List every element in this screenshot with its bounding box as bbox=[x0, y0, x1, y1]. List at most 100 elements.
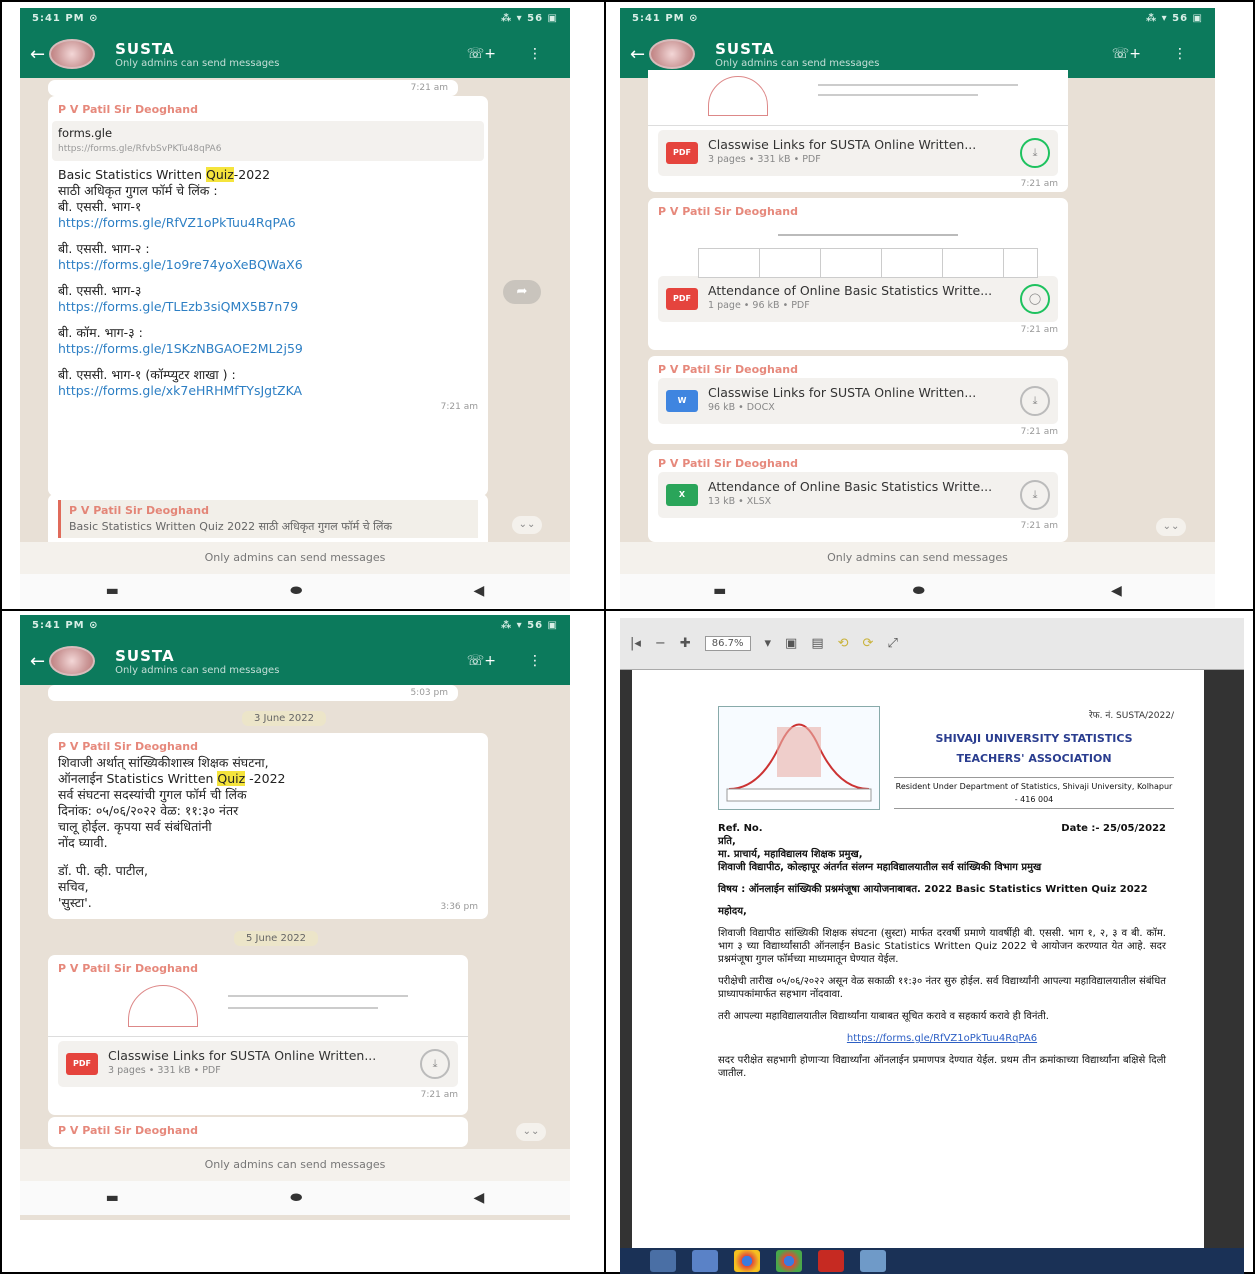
document-meta: 13 kB • XLSX bbox=[708, 496, 772, 507]
call-add-icon[interactable]: ☏+ bbox=[1112, 46, 1141, 62]
download-icon[interactable]: ⤓ bbox=[1020, 386, 1050, 416]
pdf-toolbar: |◂ − ✚ 86.7% ▾ ▣ ▤ ⟲ ⟳ ⤢ bbox=[620, 618, 1244, 670]
salutation-to: प्रति, bbox=[718, 836, 736, 847]
group-avatar[interactable] bbox=[649, 39, 696, 69]
recent-apps-icon[interactable]: ▬ bbox=[106, 583, 119, 599]
message-sender: P V Patil Sir Deoghand bbox=[58, 103, 198, 116]
rotate-right-icon[interactable]: ⟳ bbox=[863, 636, 874, 651]
back-arrow-icon[interactable]: ← bbox=[30, 44, 45, 65]
status-time: 5:41 PM ⊙ bbox=[32, 620, 99, 631]
quote-text: Basic Statistics Written Quiz 2022 साठी … bbox=[69, 520, 392, 533]
download-icon[interactable]: ◯ bbox=[1020, 284, 1050, 314]
message-line: शिवाजी अर्थात् सांख्यिकीशास्त्र शिक्षक स… bbox=[58, 755, 269, 770]
forward-icon[interactable]: ➦ bbox=[503, 280, 541, 304]
phone-screenshot-2: 5:41 PM ⊙ ⁂ ▾ 56 ▣ ← SUSTA Only admins can… bbox=[620, 8, 1215, 608]
scroll-down-icon[interactable]: ⌄⌄ bbox=[512, 516, 542, 534]
scroll-down-icon[interactable]: ⌄⌄ bbox=[1156, 518, 1186, 536]
form-link[interactable]: https://forms.gle/1SKzNBGAOE2ML2j59 bbox=[58, 341, 478, 357]
message-time: 7:21 am bbox=[1020, 325, 1058, 335]
explorer-icon[interactable] bbox=[860, 1250, 886, 1272]
link-preview-url: https://forms.gle/RfvbSvPKTu48qPA6 bbox=[58, 144, 222, 154]
rotate-left-icon[interactable]: ⟲ bbox=[838, 636, 849, 651]
fit-page-icon[interactable]: ▣ bbox=[785, 636, 797, 651]
pdf-page: रेफ. नं. SUSTA/2022/ SHIVAJI UNIVERSITY … bbox=[632, 670, 1204, 1248]
document-thumbnail bbox=[658, 220, 1058, 278]
group-title[interactable]: SUSTA bbox=[715, 40, 1112, 58]
group-title[interactable]: SUSTA bbox=[115, 40, 467, 58]
document-card[interactable]: PDF Attendance of Online Basic Statistic… bbox=[658, 276, 1058, 322]
recent-apps-icon[interactable]: ▬ bbox=[713, 583, 726, 599]
more-options-icon[interactable]: ⋮ bbox=[528, 653, 542, 669]
recent-apps-icon[interactable]: ▬ bbox=[106, 1190, 119, 1206]
signature-line: डॉ. पी. व्ही. पाटील, bbox=[58, 863, 148, 878]
message-bubble[interactable]: P V Patil Sir Deoghand शिवाजी अर्थात् सा… bbox=[48, 733, 488, 919]
document-message[interactable]: P V Patil Sir Deoghand X Attendance of O… bbox=[648, 450, 1068, 542]
download-icon[interactable]: ⤓ bbox=[1020, 138, 1050, 168]
document-card[interactable]: W Classwise Links for SUSTA Online Writt… bbox=[658, 378, 1058, 424]
prev-page-icon[interactable]: |◂ bbox=[630, 636, 641, 651]
scroll-down-icon[interactable]: ⌄⌄ bbox=[516, 1123, 546, 1141]
word-app-icon[interactable] bbox=[692, 1250, 718, 1272]
zoom-dropdown-icon[interactable]: ▾ bbox=[765, 636, 772, 651]
zoom-level-select[interactable]: 86.7% bbox=[704, 636, 751, 651]
call-add-icon[interactable]: ☏+ bbox=[467, 653, 496, 669]
form-link[interactable]: https://forms.gle/RfVZ1oPkTuu4RqPA6 bbox=[58, 215, 478, 231]
document-message[interactable]: P V Patil Sir Deoghand PDF Classwise Lin… bbox=[48, 955, 468, 1115]
android-nav-bar: ▬ ⬬ ◀ bbox=[620, 574, 1215, 608]
zoom-in-icon[interactable]: ✚ bbox=[680, 636, 691, 651]
more-options-icon[interactable]: ⋮ bbox=[528, 46, 542, 62]
document-message[interactable]: P V Patil Sir Deoghand PDF Attendance of… bbox=[648, 198, 1068, 350]
message-time: 7:21 am bbox=[440, 402, 478, 412]
organization-address: Resident Under Department of Statistics,… bbox=[894, 777, 1174, 809]
form-link[interactable]: https://forms.gle/TLEzb3siQMX5B7n79 bbox=[58, 299, 478, 315]
link-preview[interactable]: forms.gle https://forms.gle/RfvbSvPKTu48… bbox=[52, 121, 484, 161]
status-bar: 5:41 PM ⊙ ⁂ ▾ 56 ▣ bbox=[20, 8, 570, 30]
link-preview-title: forms.gle bbox=[58, 126, 113, 140]
message-time: 5:03 pm bbox=[410, 688, 448, 698]
form-link[interactable]: https://forms.gle/xk7eHRHMfTYsJgtZKA bbox=[58, 383, 478, 399]
message-bubble[interactable]: P V Patil Sir Deoghand bbox=[48, 1117, 468, 1147]
document-card[interactable]: PDF Classwise Links for SUSTA Online Wri… bbox=[58, 1041, 458, 1087]
form-link[interactable]: https://forms.gle/1o9re74yoXeBQWaX6 bbox=[58, 257, 478, 273]
chrome-icon[interactable] bbox=[734, 1250, 760, 1272]
download-icon[interactable]: ⤓ bbox=[420, 1049, 450, 1079]
message-time: 7:21 am bbox=[1020, 179, 1058, 189]
only-admins-banner: Only admins can send messages bbox=[20, 542, 570, 574]
class-label: बी. कॉम. भाग-३ : bbox=[58, 325, 143, 340]
back-arrow-icon[interactable]: ← bbox=[30, 651, 45, 672]
group-title[interactable]: SUSTA bbox=[115, 647, 467, 665]
status-time: 5:41 PM ⊙ bbox=[32, 13, 99, 24]
pdf-app-icon[interactable] bbox=[818, 1250, 844, 1272]
back-arrow-icon[interactable]: ← bbox=[630, 44, 645, 65]
nav-back-icon[interactable]: ◀ bbox=[474, 1190, 485, 1206]
start-icon[interactable] bbox=[650, 1250, 676, 1272]
chrome-icon[interactable] bbox=[776, 1250, 802, 1272]
zoom-out-icon[interactable]: − bbox=[655, 636, 666, 651]
home-icon[interactable]: ⬬ bbox=[290, 583, 302, 599]
document-message[interactable]: PDF Classwise Links for SUSTA Online Wri… bbox=[648, 70, 1068, 192]
organization-name-line2: TEACHERS' ASSOCIATION bbox=[956, 752, 1112, 765]
form-link[interactable]: https://forms.gle/RfVZ1oPkTuu4RqPA6 bbox=[718, 1032, 1166, 1045]
excel-file-icon: X bbox=[666, 484, 698, 506]
status-time: 5:41 PM ⊙ bbox=[632, 13, 699, 24]
home-icon[interactable]: ⬬ bbox=[290, 1190, 302, 1206]
call-add-icon[interactable]: ☏+ bbox=[467, 46, 496, 62]
group-avatar[interactable] bbox=[49, 39, 96, 69]
home-icon[interactable]: ⬬ bbox=[913, 583, 925, 599]
fit-width-icon[interactable]: ▤ bbox=[811, 636, 823, 651]
group-avatar[interactable] bbox=[49, 646, 96, 676]
document-message[interactable]: P V Patil Sir Deoghand W Classwise Links… bbox=[648, 356, 1068, 444]
download-icon[interactable]: ⤓ bbox=[1020, 480, 1050, 510]
document-card[interactable]: X Attendance of Online Basic Statistics … bbox=[658, 472, 1058, 518]
fullscreen-icon[interactable]: ⤢ bbox=[887, 636, 897, 651]
nav-back-icon[interactable]: ◀ bbox=[474, 583, 485, 599]
quoted-message[interactable]: P V Patil Sir Deoghand Basic Statistics … bbox=[58, 500, 478, 538]
intro-line2: साठी अधिकृत गुगल फॉर्म चे लिंक : bbox=[58, 183, 218, 198]
more-options-icon[interactable]: ⋮ bbox=[1173, 46, 1187, 62]
class-label: बी. एससी. भाग-३ bbox=[58, 283, 142, 298]
document-card[interactable]: PDF Classwise Links for SUSTA Online Wri… bbox=[658, 130, 1058, 176]
reference-number: रेफ. नं. SUSTA/2022/ bbox=[1089, 711, 1174, 721]
message-bubble[interactable]: P V Patil Sir Deoghand forms.gle https:/… bbox=[48, 96, 488, 496]
nav-back-icon[interactable]: ◀ bbox=[1111, 583, 1122, 599]
document-meta: 3 pages • 331 kB • PDF bbox=[108, 1065, 221, 1076]
